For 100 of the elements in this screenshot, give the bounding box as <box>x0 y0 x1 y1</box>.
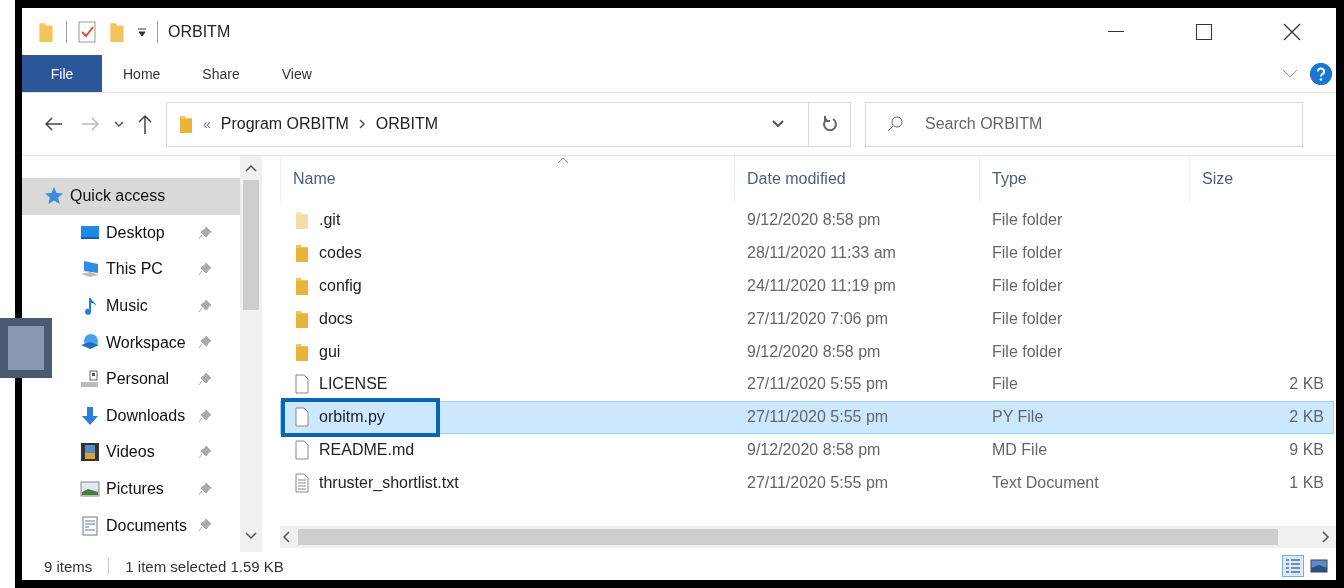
item-count: 9 items <box>44 557 93 575</box>
folder-icon[interactable] <box>36 20 56 43</box>
date-modified: 27/11/2020 5:55 pm <box>746 473 890 492</box>
scrollbar-thumb[interactable] <box>298 529 1278 545</box>
file-type: PY File <box>991 408 1045 427</box>
selection-count: 1 item selected <box>125 557 227 575</box>
file-size: 9 KB <box>1288 440 1325 459</box>
checkmark-document-icon[interactable] <box>77 20 97 43</box>
marker-square <box>0 318 52 378</box>
file-type: File <box>991 375 1019 394</box>
address-field[interactable]: « Program ORBITM ORBITM <box>166 101 809 147</box>
chevron-down-icon[interactable] <box>772 120 784 128</box>
sidebar-item[interactable]: This PC <box>54 251 240 288</box>
file-type: File folder <box>991 211 1064 230</box>
search-field[interactable]: Search ORBITM <box>865 101 1303 147</box>
column-header[interactable]: Date modified <box>734 156 979 202</box>
sidebar-item[interactable]: Videos <box>54 434 240 471</box>
pin-icon[interactable] <box>198 481 212 496</box>
file-icon <box>295 374 309 395</box>
breadcrumb[interactable]: Program ORBITM <box>220 115 349 133</box>
help-icon[interactable] <box>1310 62 1332 85</box>
file-name: config <box>319 277 362 295</box>
folder-icon <box>295 276 309 296</box>
window-title: ORBITM <box>168 22 231 41</box>
file-row[interactable]: orbitm.py 27/11/2020 5:55 pm PY File 2 KB <box>280 400 1334 434</box>
file-type: File folder <box>991 244 1064 263</box>
close-icon <box>1283 22 1301 41</box>
pin-icon[interactable] <box>198 408 212 423</box>
chevron-right-icon <box>358 119 366 129</box>
dropdown-icon[interactable] <box>137 26 147 37</box>
file-row[interactable]: gui 9/12/2020 8:58 pm File folder <box>280 335 1334 368</box>
down-arrow-icon <box>80 405 100 426</box>
scrollbar-thumb[interactable] <box>243 180 259 310</box>
star-icon <box>44 186 64 207</box>
file-type: File folder <box>991 342 1064 361</box>
date-modified: 24/11/2020 11:19 pm <box>746 277 897 295</box>
pin-icon[interactable] <box>198 335 212 350</box>
file-size: 1 KB <box>1288 473 1325 492</box>
file-row[interactable]: docs 27/11/2020 7:06 pm File folder <box>280 302 1334 336</box>
date-modified: 28/11/2020 11:33 am <box>746 244 897 263</box>
document-icon <box>80 515 100 536</box>
file-name: thruster_shortlist.txt <box>319 473 459 492</box>
folder-icon <box>295 341 309 362</box>
file-type: File folder <box>991 309 1064 328</box>
breadcrumb[interactable]: ORBITM <box>375 115 439 133</box>
sidebar-item[interactable]: Music <box>54 287 240 325</box>
sidebar-item[interactable]: Quick access <box>22 178 240 215</box>
folder-icon <box>295 243 309 264</box>
file-row[interactable]: .git 9/12/2020 8:58 pm File folder <box>280 204 1334 237</box>
file-name: docs <box>319 309 353 328</box>
pin-icon[interactable] <box>198 445 212 460</box>
sidebar-item[interactable]: Personal <box>54 360 240 398</box>
ribbon-tab[interactable]: View <box>260 55 333 92</box>
pin-icon[interactable] <box>198 298 212 313</box>
chevron-down-icon <box>114 120 124 128</box>
ribbon-tab[interactable]: Share <box>181 55 261 92</box>
sidebar-item[interactable]: Desktop <box>54 214 240 252</box>
pin-icon[interactable] <box>198 518 212 533</box>
refresh-button[interactable] <box>809 101 851 147</box>
file-row[interactable]: config 24/11/2020 11:19 pm File folder <box>280 269 1334 303</box>
date-modified: 27/11/2020 7:06 pm <box>746 309 890 328</box>
file-icon <box>295 407 309 428</box>
folder-icon <box>295 210 309 231</box>
column-header[interactable]: Type <box>979 156 1189 202</box>
up-arrow-icon <box>138 114 152 134</box>
sidebar-item[interactable]: Documents <box>54 507 240 544</box>
file-row[interactable]: README.md 9/12/2020 8:58 pm MD File 9 KB <box>280 433 1334 467</box>
file-row[interactable]: LICENSE 27/11/2020 5:55 pm File 2 KB <box>280 368 1334 401</box>
overflow-chevron[interactable]: « <box>203 116 211 132</box>
file-name: gui <box>319 342 341 361</box>
forward-arrow-icon <box>81 117 99 131</box>
column-header[interactable]: Size <box>1189 156 1329 202</box>
folder-icon[interactable] <box>107 20 127 43</box>
sidebar-item[interactable]: Pictures <box>54 470 240 508</box>
sidebar-item[interactable]: Workspace <box>54 324 240 361</box>
minimize-icon <box>1108 30 1124 33</box>
film-icon <box>80 442 100 463</box>
file-type: Text Document <box>991 473 1100 492</box>
pin-icon[interactable] <box>198 371 212 386</box>
pin-icon[interactable] <box>198 225 212 240</box>
date-modified: 27/11/2020 5:55 pm <box>746 375 890 394</box>
sidebar-item[interactable]: Downloads <box>54 397 240 435</box>
file-name: orbitm.py <box>319 408 385 427</box>
horizontal-scrollbar[interactable] <box>280 526 1336 548</box>
ribbon-tab[interactable]: Home <box>102 55 182 92</box>
selection-size: 1.59 KB <box>230 557 284 575</box>
ribbon-tab[interactable]: File <box>22 55 102 92</box>
folder-icon <box>295 308 309 329</box>
maximize-icon <box>1196 23 1212 40</box>
file-name: LICENSE <box>319 375 388 394</box>
date-modified: 9/12/2020 8:58 pm <box>746 440 882 459</box>
file-row[interactable]: thruster_shortlist.txt 27/11/2020 5:55 pm Text Document 1 KB <box>280 466 1334 500</box>
date-modified: 9/12/2020 8:58 pm <box>746 211 882 230</box>
column-header[interactable]: Name <box>280 156 734 202</box>
thumbnail-view-icon <box>1310 559 1328 573</box>
pin-icon[interactable] <box>198 262 212 277</box>
file-row[interactable]: codes 28/11/2020 11:33 am File folder <box>280 236 1334 270</box>
vertical-scrollbar[interactable] <box>240 156 262 552</box>
drive-icon <box>80 369 100 390</box>
file-type: MD File <box>991 440 1049 459</box>
